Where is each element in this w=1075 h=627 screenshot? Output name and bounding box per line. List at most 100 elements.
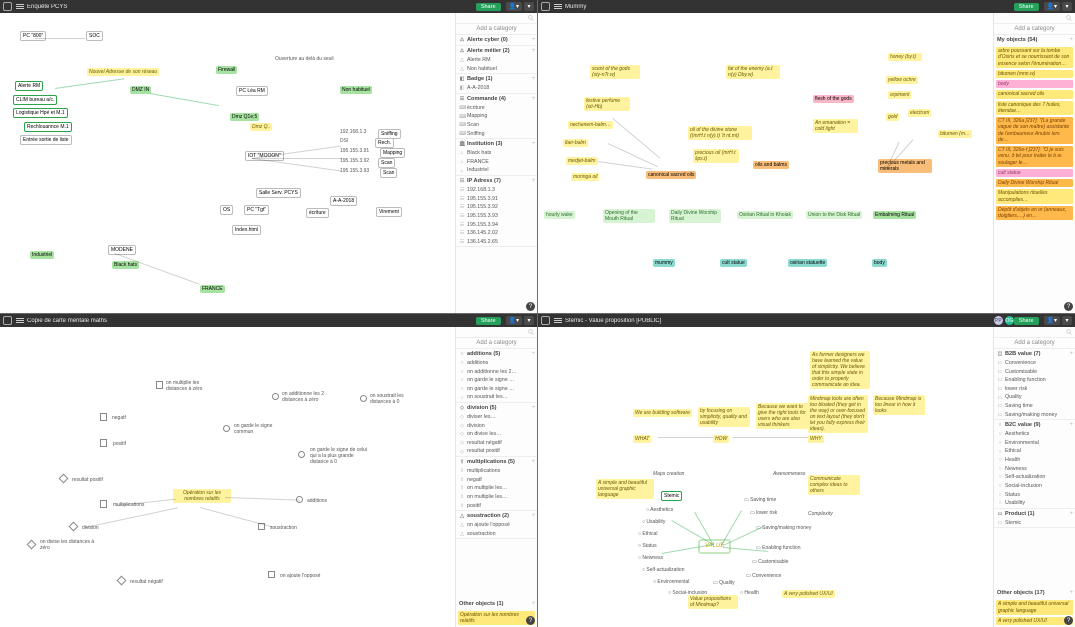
user-button[interactable]: 👤▾ bbox=[1044, 2, 1060, 11]
sticky[interactable]: cult statue bbox=[720, 259, 747, 267]
arrow-icon[interactable] bbox=[100, 439, 107, 447]
category-item[interactable]: ☷195.155.3.93 bbox=[456, 212, 537, 221]
sticky[interactable]: osirian statuette bbox=[788, 259, 827, 267]
node[interactable]: Black hats bbox=[112, 261, 139, 269]
category-item[interactable]: ○Social-inclusion bbox=[994, 482, 1075, 491]
node[interactable]: PC Léa RM bbox=[236, 86, 268, 96]
sticky[interactable]: Embalming Ritual bbox=[873, 211, 916, 219]
category-item[interactable]: ▭Customisable bbox=[994, 368, 1075, 377]
category-item[interactable]: ▭Saving/making money bbox=[994, 411, 1075, 420]
category-item[interactable]: ○Health bbox=[994, 456, 1075, 465]
sticky[interactable]: Because we want to give the right tools … bbox=[756, 403, 810, 429]
add-category[interactable]: Add a category bbox=[456, 338, 537, 349]
node[interactable]: A-A-2018 bbox=[330, 196, 357, 206]
ip[interactable]: 192.168.1.3 bbox=[340, 129, 366, 135]
help-button[interactable]: ? bbox=[526, 616, 535, 625]
category-item[interactable]: △soustraction bbox=[456, 530, 537, 539]
avatar[interactable]: PP bbox=[994, 316, 1003, 325]
sticky[interactable]: bitumen (m… bbox=[938, 130, 972, 138]
category-item[interactable]: ☷192.168.1.3 bbox=[456, 186, 537, 195]
node[interactable]: Scan bbox=[378, 158, 395, 168]
circle-icon[interactable] bbox=[223, 425, 230, 432]
node[interactable]: ○ Status bbox=[638, 543, 657, 549]
node[interactable]: ○ Ethical bbox=[638, 531, 657, 537]
sticky[interactable]: honey (by.t) bbox=[888, 53, 922, 61]
menu-icon[interactable] bbox=[16, 3, 24, 11]
category-item[interactable]: ⇧negatf bbox=[456, 476, 537, 485]
node[interactable]: PC "800" bbox=[20, 31, 46, 41]
category-item[interactable]: ▭Quality bbox=[994, 393, 1075, 402]
circle-icon[interactable] bbox=[360, 395, 367, 402]
category-item[interactable]: ○Status bbox=[994, 491, 1075, 500]
node[interactable]: ○ Usability bbox=[642, 519, 665, 525]
category-head[interactable]: ○B2C value (9)+ bbox=[994, 420, 1075, 430]
share-button[interactable]: Share bbox=[476, 317, 501, 325]
diamond-icon[interactable] bbox=[69, 522, 79, 532]
sticky[interactable]: precious oil (mrH.t šps.t) bbox=[693, 149, 739, 163]
circle-icon[interactable] bbox=[272, 393, 279, 400]
node[interactable]: ○ Social-inclusion bbox=[668, 590, 707, 596]
category-item[interactable]: ⇧multiplications bbox=[456, 467, 537, 476]
brand-icon[interactable] bbox=[541, 316, 550, 325]
category-item[interactable]: ☷195.155.3.94 bbox=[456, 221, 537, 230]
sticky[interactable]: electrum bbox=[908, 109, 931, 117]
more-button[interactable]: ▾ bbox=[1062, 2, 1072, 11]
sticky[interactable]: orpiment bbox=[888, 91, 911, 99]
category-item[interactable]: ○Ethical bbox=[994, 447, 1075, 456]
object-note[interactable]: CT III, 326a [237]: "(La grande vague de… bbox=[996, 117, 1073, 144]
arrow-icon[interactable] bbox=[100, 413, 107, 421]
node[interactable]: Industriel bbox=[30, 251, 54, 259]
category-head[interactable]: ◇division (5)+ bbox=[456, 403, 537, 413]
node[interactable]: Non habituel bbox=[340, 86, 372, 94]
sticky[interactable]: We are building software bbox=[633, 409, 692, 417]
category-head[interactable]: △soustraction (2)+ bbox=[456, 511, 537, 521]
category-list[interactable]: ◫B2B value (7)+▭Convenience▭Customisable… bbox=[994, 349, 1075, 588]
sticky[interactable]: Dmz Q.. bbox=[250, 123, 272, 131]
node-stemic[interactable]: Stemic bbox=[661, 491, 682, 501]
category-list[interactable]: ○additions (5)+○additions○on additionne … bbox=[456, 349, 537, 599]
avatar[interactable]: OG bbox=[1005, 316, 1014, 325]
node[interactable]: écriture bbox=[306, 208, 329, 218]
sticky[interactable]: Osirian Ritual in Khoiak bbox=[737, 211, 793, 219]
canvas[interactable]: As former designers we have learned the … bbox=[538, 327, 993, 627]
category-item[interactable]: ○on garde le signe … bbox=[456, 376, 537, 385]
category-item[interactable]: ◇resultat positif bbox=[456, 447, 537, 456]
category-head[interactable]: ☰Commande (4)+ bbox=[456, 94, 537, 104]
object-note[interactable]: liste canonique des 7 huiles, étendue… bbox=[996, 101, 1073, 116]
object-note[interactable]: Dépôt d'objets en or (anneaux, doigtiers… bbox=[996, 206, 1073, 221]
category-item[interactable]: ⇧on multiplie les… bbox=[456, 493, 537, 502]
node[interactable]: ▭ Customisable bbox=[752, 559, 788, 565]
category-item[interactable]: ⌂Industriel bbox=[456, 166, 537, 175]
category-item[interactable]: ◇division bbox=[456, 422, 537, 431]
help-button[interactable]: ? bbox=[526, 302, 535, 311]
canvas[interactable]: honey (by.t) yellow ochre orpiment elect… bbox=[538, 13, 993, 313]
node[interactable]: Mapping bbox=[380, 148, 405, 158]
sticky[interactable]: A very polished UX/UI bbox=[782, 590, 835, 598]
sticky[interactable]: iber-balm bbox=[563, 139, 588, 147]
category-item[interactable]: ⌨Scan bbox=[456, 121, 537, 130]
category-item[interactable]: △Non habituel bbox=[456, 65, 537, 74]
category-item[interactable]: ⇧on multiplie les… bbox=[456, 484, 537, 493]
node[interactable]: Rech. bbox=[375, 138, 394, 148]
node[interactable]: OS bbox=[220, 205, 233, 215]
sticky[interactable]: An emanation = cold light bbox=[813, 119, 858, 133]
diamond-icon[interactable] bbox=[59, 474, 69, 484]
user-button[interactable]: 👤▾ bbox=[506, 2, 522, 11]
category-head[interactable]: ⚠Alerte cyber (0)+ bbox=[456, 35, 537, 45]
add-category[interactable]: Add a category bbox=[994, 24, 1075, 35]
node[interactable]: ▭ Saving time bbox=[744, 497, 776, 503]
tag[interactable]: WHAT bbox=[633, 435, 651, 443]
category-head[interactable]: ☷IP Adress (7)+ bbox=[456, 176, 537, 186]
category-item[interactable]: ⌨Sniffing bbox=[456, 130, 537, 139]
diamond-icon[interactable] bbox=[117, 576, 127, 586]
node[interactable]: SOC bbox=[86, 31, 103, 41]
sticky[interactable]: canonical sacred oils bbox=[646, 171, 696, 179]
sticky[interactable]: by focusing on simplicity, quality and u… bbox=[698, 407, 750, 427]
object-note[interactable]: CT III, 326e-f [237]: "O je suis venu, ô… bbox=[996, 146, 1073, 167]
sticky[interactable]: medjet-balm bbox=[566, 157, 598, 165]
sticky[interactable]: Union to the Disk Ritual bbox=[806, 211, 862, 219]
category-item[interactable]: ○Newness bbox=[994, 465, 1075, 474]
canvas[interactable]: PC "800" SOC Ouverture au delà du seuil … bbox=[0, 13, 455, 313]
category-item[interactable]: ○on garde le signe … bbox=[456, 385, 537, 394]
sticky[interactable]: Because Mindmap is too linear in how it … bbox=[873, 395, 925, 415]
